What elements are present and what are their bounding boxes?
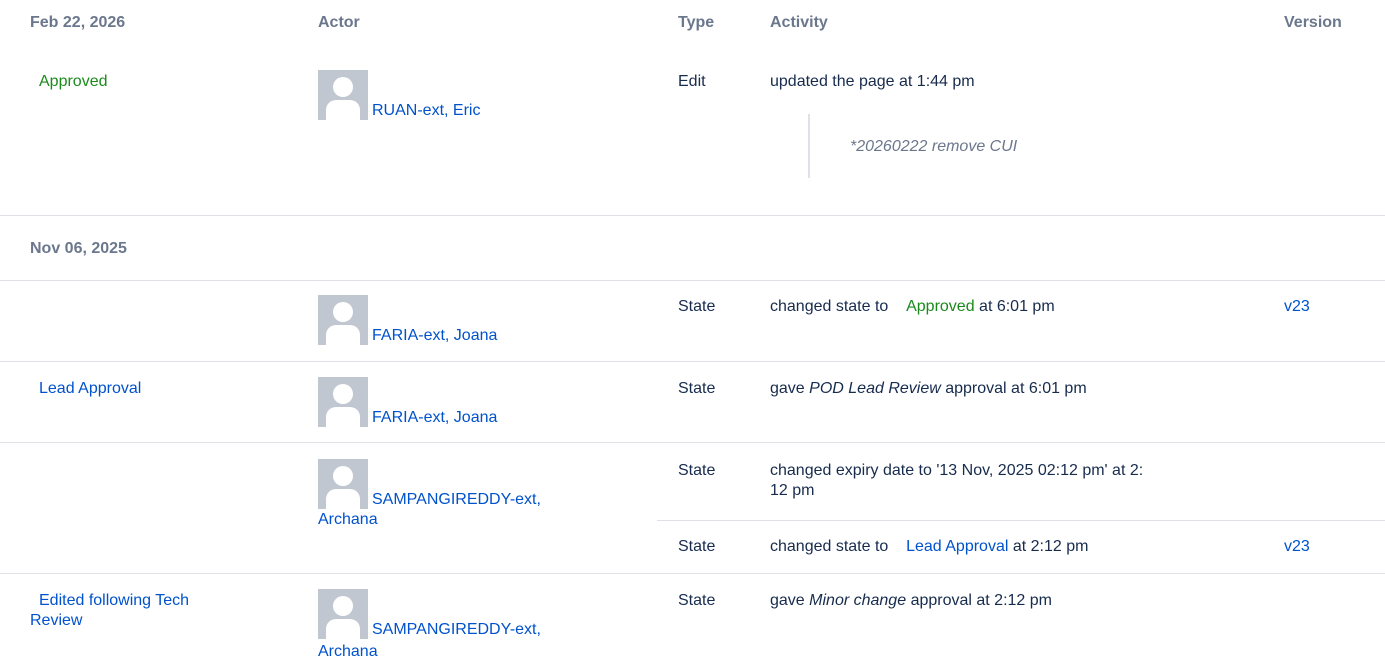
state-label-lead-approval[interactable]: Lead Approval [906,538,1008,555]
activity-text: gave Minor change approval at 2:12 pm [770,592,1052,610]
row-divider [0,215,1385,216]
activity-type: State [678,462,716,479]
default-avatar-icon [318,377,368,427]
default-avatar-icon [318,589,368,639]
activity-prefix: changed state to [770,298,889,315]
version-link[interactable]: v23 [1284,538,1310,556]
state-label-edited-line2[interactable]: Review [30,612,82,630]
column-header-activity: Activity [770,14,828,31]
comment-quote-bar [808,114,810,178]
column-header-type: Type [678,14,715,31]
state-label-approved[interactable]: Approved [906,298,975,315]
default-avatar-icon [318,70,368,120]
row-divider [0,442,1385,443]
activity-text: changed state to Approved at 6:01 pm [770,298,1055,316]
activity-suffix: approval at 6:01 pm [945,380,1087,397]
activity-type: State [678,298,716,315]
actor-link[interactable]: RUAN-ext, Eric [372,102,480,120]
date-header-feb-22: Feb 22, 2026 [30,14,126,31]
date-header-nov-06: Nov 06, 2025 [30,240,127,257]
row-divider [0,280,1385,281]
state-label-lead-approval[interactable]: Lead Approval [39,380,141,398]
approval-name: Minor change [809,592,907,609]
state-label-edited-line1[interactable]: Edited following Tech [39,592,189,610]
activity-suffix: approval at 2:12 pm [910,592,1052,609]
version-comment: *20260222 remove CUI [850,138,1018,155]
activity-type: Edit [678,73,706,90]
actor-link-line2[interactable]: Archana [318,643,378,661]
activity-prefix: gave [770,380,805,397]
actor-link-line2[interactable]: Archana [318,511,378,529]
sub-row-divider [657,520,1385,521]
actor-link[interactable]: FARIA-ext, Joana [372,409,497,427]
column-header-version: Version [1284,14,1342,31]
activity-prefix: changed state to [770,538,889,555]
row-divider [0,573,1385,574]
activity-text: changed state to Lead Approval at 2:12 p… [770,538,1088,556]
version-link[interactable]: v23 [1284,298,1310,316]
row-divider [0,361,1385,362]
activity-type: State [678,592,716,609]
activity-prefix: gave [770,592,805,609]
actor-link-line1[interactable]: SAMPANGIREDDY-ext, [372,621,541,639]
default-avatar-icon [318,295,368,345]
state-label-approved[interactable]: Approved [39,73,108,91]
activity-text: updated the page at 1:44 pm [770,73,975,90]
approval-name: POD Lead Review [809,380,941,397]
default-avatar-icon [318,459,368,509]
actor-link[interactable]: FARIA-ext, Joana [372,327,497,345]
activity-type: State [678,380,716,397]
activity-text-line2: 12 pm [770,482,815,499]
activity-suffix: at 6:01 pm [979,298,1055,315]
actor-link-line1[interactable]: SAMPANGIREDDY-ext, [372,491,541,509]
column-header-actor: Actor [318,14,360,31]
activity-text-line1: changed expiry date to '13 Nov, 2025 02:… [770,462,1144,479]
activity-text: gave POD Lead Review approval at 6:01 pm [770,380,1087,398]
activity-type: State [678,538,716,555]
activity-suffix: at 2:12 pm [1012,538,1089,555]
